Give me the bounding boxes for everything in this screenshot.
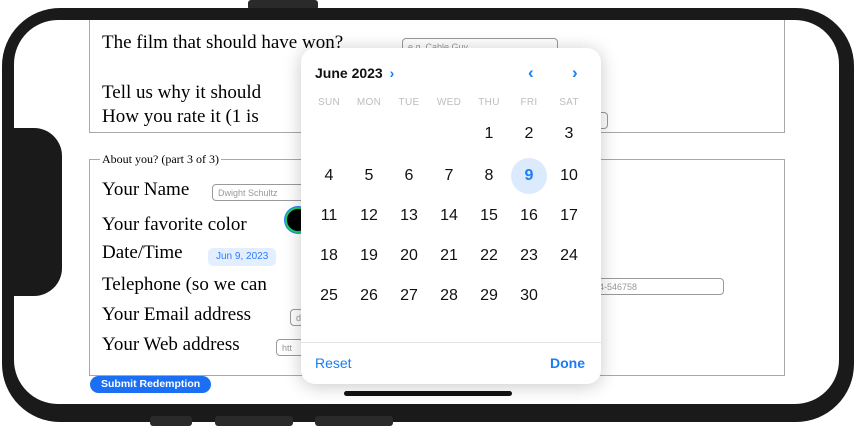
calendar-day[interactable]: 24 — [549, 236, 589, 276]
home-indicator — [344, 391, 512, 396]
calendar-day[interactable]: 2 — [509, 114, 549, 154]
divider — [301, 342, 601, 343]
datetime-label: Date/Time — [102, 242, 183, 263]
calendar-day[interactable]: 30 — [509, 276, 549, 316]
calendar-day[interactable]: 14 — [429, 196, 469, 236]
name-input[interactable]: Dwight Schultz — [212, 184, 308, 201]
calendar-day[interactable]: 27 — [389, 276, 429, 316]
weekday-label: WED — [436, 97, 462, 108]
name-label: Your Name — [102, 179, 190, 200]
month-year-selector[interactable]: June 2023 › — [315, 65, 394, 81]
calendar-day[interactable]: 18 — [309, 236, 349, 276]
side-button — [150, 416, 192, 426]
date-picker-popover: June 2023 › ‹ › SUN MON TUE WED THU FRI SAT 12… — [301, 48, 601, 384]
done-button[interactable]: Done — [550, 355, 585, 371]
calendar-day[interactable]: 3 — [549, 114, 589, 154]
fieldset-legend: About you? (part 3 of 3) — [100, 152, 221, 166]
calendar-day[interactable]: 26 — [349, 276, 389, 316]
reset-button[interactable]: Reset — [315, 355, 352, 371]
submit-button[interactable]: Submit Redemption — [90, 376, 212, 393]
camera-notch — [14, 128, 62, 296]
weekday-label: MON — [356, 97, 382, 108]
why-question-label: Tell us why it should — [102, 82, 262, 103]
email-label: Your Email address — [102, 304, 252, 325]
fieldset-border — [784, 159, 785, 375]
calendar-day[interactable]: 16 — [509, 196, 549, 236]
color-label: Your favorite color — [102, 214, 247, 235]
calendar-day[interactable]: 23 — [509, 236, 549, 276]
calendar-day[interactable]: 6 — [389, 156, 429, 196]
weekday-label: SUN — [317, 97, 340, 108]
datetime-input[interactable]: Jun 9, 2023 — [208, 248, 277, 266]
calendar-day[interactable]: 12 — [349, 196, 389, 236]
calendar-day[interactable]: 25 — [309, 276, 349, 316]
fieldset-border — [89, 159, 90, 375]
calendar-day[interactable]: 13 — [389, 196, 429, 236]
web-input[interactable]: htt — [276, 339, 304, 356]
side-button — [315, 416, 393, 426]
rating-question-label: How you rate it (1 is — [102, 106, 259, 127]
weekday-label: SAT — [559, 97, 579, 108]
month-label: June 2023 — [315, 65, 383, 81]
calendar-day[interactable]: 21 — [429, 236, 469, 276]
calendar-day[interactable]: 29 — [469, 276, 509, 316]
calendar-day[interactable]: 28 — [429, 276, 469, 316]
prev-month-icon[interactable]: ‹ — [528, 63, 534, 83]
next-month-icon[interactable]: › — [572, 63, 578, 83]
calendar-day[interactable]: 5 — [349, 156, 389, 196]
calendar-day[interactable]: 8 — [469, 156, 509, 196]
calendar-day[interactable]: 19 — [349, 236, 389, 276]
web-label: Your Web address — [102, 334, 240, 355]
calendar-day[interactable]: 1 — [469, 114, 509, 154]
calendar-day[interactable]: 11 — [309, 196, 349, 236]
calendar-day-selected[interactable]: 9 — [509, 156, 549, 196]
calendar-day[interactable]: 17 — [549, 196, 589, 236]
calendar-day[interactable]: 20 — [389, 236, 429, 276]
chevron-right-icon: › — [389, 65, 395, 81]
calendar-day[interactable]: 10 — [549, 156, 589, 196]
calendar-day[interactable]: 15 — [469, 196, 509, 236]
weekday-label: THU — [478, 97, 500, 108]
telephone-label: Telephone (so we can — [102, 274, 267, 295]
device-screen: The film that should have won? e.g. Cabl… — [14, 20, 839, 404]
weekday-label: FRI — [520, 97, 538, 108]
fieldset-border — [89, 20, 90, 132]
calendar-day[interactable]: 22 — [469, 236, 509, 276]
weekday-label: TUE — [398, 97, 420, 108]
calendar-day[interactable]: 4 — [309, 156, 349, 196]
fieldset-border — [784, 20, 785, 132]
side-button — [215, 416, 293, 426]
calendar-day[interactable]: 7 — [429, 156, 469, 196]
